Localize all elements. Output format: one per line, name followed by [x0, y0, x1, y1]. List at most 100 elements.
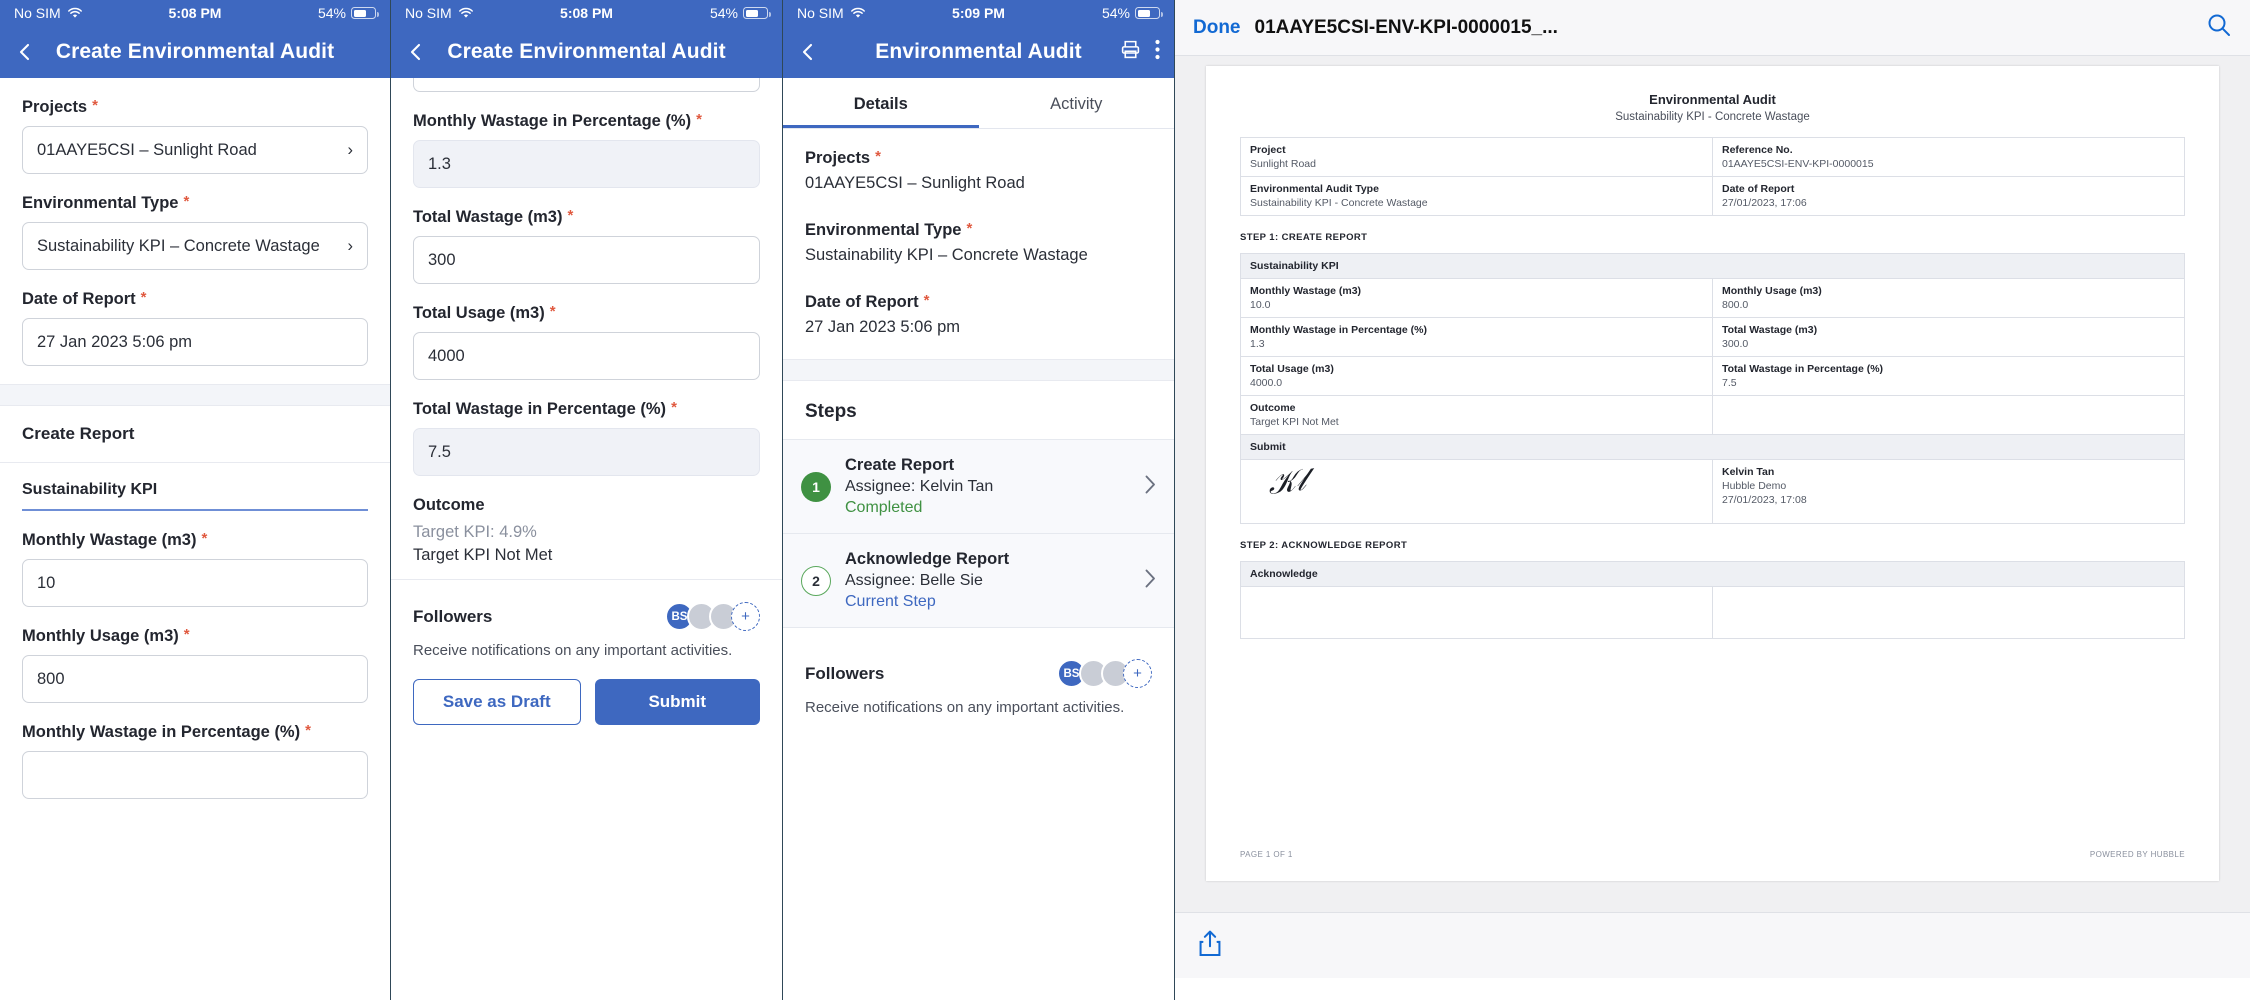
doc-kpi-table: Sustainability KPI Monthly Wastage (m3)1…: [1240, 253, 2185, 524]
signature-mark: 𝒦𝓁: [1248, 463, 1308, 505]
chevron-left-icon[interactable]: [14, 41, 36, 63]
plus-icon[interactable]: +: [1123, 659, 1152, 688]
doc-footer: PAGE 1 OF 1 POWERED BY HUBBLE: [1240, 850, 2185, 859]
table-row: ProjectSunlight Road Reference No.01AAYE…: [1241, 138, 2185, 177]
followers-row: Followers BS +: [783, 637, 1174, 688]
page-title: Create Environmental Audit: [391, 40, 782, 64]
plus-icon[interactable]: +: [731, 602, 760, 631]
form-body: Projects* 01AAYE5CSI – Sunlight Road› En…: [0, 78, 390, 1000]
field-total-wastage: Total Wastage (m3)* 300: [391, 188, 782, 284]
step-item-create-report[interactable]: 1 Create Report Assignee: Kelvin Tan Com…: [783, 439, 1174, 533]
label-text: Date of Report: [805, 293, 919, 312]
total-wastage-pct-value: 7.5: [428, 443, 451, 462]
step-number-badge: 2: [801, 566, 831, 596]
table-cell: Total Usage (m3)4000.0: [1241, 357, 1713, 396]
label-text: Projects: [22, 98, 87, 117]
followers-row: Followers BS +: [391, 580, 782, 631]
battery-icon: [1135, 7, 1160, 19]
field-monthly-wastage: Monthly Wastage (m3)* 10: [0, 511, 390, 607]
wifi-icon: [458, 7, 474, 19]
share-icon[interactable]: [1197, 928, 1223, 963]
cell-value: Target KPI Not Met: [1250, 414, 1703, 428]
outcome-target: Target KPI: 4.9%: [413, 523, 760, 546]
save-as-draft-button[interactable]: Save as Draft: [413, 679, 581, 725]
cell-key: Total Usage (m3): [1250, 363, 1703, 375]
label-text: Monthly Usage (m3): [22, 627, 179, 646]
cell-value: 01AAYE5CSI-ENV-KPI-0000015: [1722, 156, 2175, 170]
table-row: Total Usage (m3)4000.0 Total Wastage in …: [1241, 357, 2185, 396]
acknowledge-signer-cell: [1713, 587, 2185, 639]
table-row: Environmental Audit TypeSustainability K…: [1241, 177, 2185, 216]
detail-label-projects: Projects*: [783, 129, 1174, 174]
label-text: Date of Report: [22, 290, 136, 309]
monthly-usage-input[interactable]: 800: [22, 655, 368, 703]
field-label: Monthly Wastage in Percentage (%)*: [22, 703, 368, 751]
monthly-wastage-value: 10: [37, 574, 55, 593]
label-text: Total Wastage (m3): [413, 208, 562, 227]
monthly-usage-input-cut[interactable]: 800: [413, 78, 760, 92]
table-cell: Submit: [1241, 435, 2185, 460]
carrier-label: No SIM: [14, 5, 61, 21]
chevron-left-icon[interactable]: [797, 41, 819, 63]
steps-header: Steps: [783, 381, 1174, 439]
tab-details[interactable]: Details: [783, 78, 979, 128]
total-wastage-input[interactable]: 300: [413, 236, 760, 284]
cell-value: 1.3: [1250, 336, 1703, 350]
pdf-page-stage[interactable]: Environmental Audit Sustainability KPI -…: [1175, 56, 2250, 912]
submit-button[interactable]: Submit: [595, 679, 761, 725]
table-cell: Total Wastage in Percentage (%)7.5: [1713, 357, 2185, 396]
print-icon[interactable]: [1120, 39, 1141, 65]
tab-activity[interactable]: Activity: [979, 78, 1175, 128]
table-cell: Total Wastage (m3)300.0: [1713, 318, 2185, 357]
status-bar-left: No SIM: [797, 5, 866, 21]
status-bar-right: 54%: [318, 5, 376, 21]
cell-key: Monthly Usage (m3): [1722, 285, 2175, 297]
signer-time: 27/01/2023, 17:08: [1722, 492, 2175, 506]
total-wastage-value: 300: [428, 251, 456, 270]
total-usage-input[interactable]: 4000: [413, 332, 760, 380]
date-of-report-input[interactable]: 27 Jan 2023 5:06 pm: [22, 318, 368, 366]
chevron-left-icon[interactable]: [405, 41, 427, 63]
done-button[interactable]: Done: [1193, 17, 1241, 39]
detail-value-date-of-report: 27 Jan 2023 5:06 pm: [783, 318, 1174, 345]
powered-by-label: POWERED BY HUBBLE: [2090, 850, 2185, 859]
section-divider: [783, 359, 1174, 381]
required-asterisk: *: [966, 221, 972, 236]
table-cell: Date of Report27/01/2023, 17:06: [1713, 177, 2185, 216]
cell-key: Outcome: [1250, 402, 1703, 414]
monthly-wastage-pct-input[interactable]: [22, 751, 368, 799]
required-asterisk: *: [141, 290, 147, 305]
status-bar: No SIM 5:09 PM 54%: [783, 0, 1174, 26]
doc-title: Environmental Audit: [1240, 92, 2185, 107]
sustainability-kpi-subheader: Sustainability KPI: [22, 481, 368, 511]
chevron-right-icon: [1145, 569, 1156, 593]
cell-key: Monthly Wastage in Percentage (%): [1250, 324, 1703, 336]
form-body: 800 Monthly Wastage in Percentage (%)* 1…: [391, 78, 782, 1000]
detail-value-environmental-type: Sustainability KPI – Concrete Wastage: [783, 246, 1174, 273]
carrier-label: No SIM: [797, 5, 844, 21]
acknowledge-signature-cell: [1241, 587, 1713, 639]
battery-percent-label: 54%: [710, 5, 738, 21]
table-cell: Sustainability KPI: [1241, 254, 2185, 279]
monthly-wastage-input[interactable]: 10: [22, 559, 368, 607]
field-label: Monthly Wastage (m3)*: [22, 511, 368, 559]
label-text: Monthly Wastage in Percentage (%): [413, 112, 691, 131]
cell-value: 4000.0: [1250, 375, 1703, 389]
cell-key: Sustainability KPI: [1250, 260, 2175, 272]
more-vertical-icon[interactable]: [1155, 39, 1160, 65]
step-item-acknowledge-report[interactable]: 2 Acknowledge Report Assignee: Belle Sie…: [783, 533, 1174, 627]
page-title: Environmental Audit: [783, 40, 1174, 64]
cell-value: 300.0: [1722, 336, 2175, 350]
label-text: Monthly Wastage (m3): [22, 531, 196, 550]
table-cell: ProjectSunlight Road: [1241, 138, 1713, 177]
followers-title: Followers: [413, 607, 492, 627]
wifi-icon: [850, 7, 866, 19]
projects-select[interactable]: 01AAYE5CSI – Sunlight Road›: [22, 126, 368, 174]
table-row: [1241, 587, 2185, 639]
table-row: Acknowledge: [1241, 562, 2185, 587]
field-label: Total Wastage in Percentage (%)*: [413, 380, 760, 428]
search-icon[interactable]: [2206, 12, 2232, 43]
environmental-type-select[interactable]: Sustainability KPI – Concrete Wastage›: [22, 222, 368, 270]
nav-bar: Create Environmental Audit: [0, 26, 390, 78]
date-of-report-value: 27 Jan 2023 5:06 pm: [37, 333, 192, 352]
